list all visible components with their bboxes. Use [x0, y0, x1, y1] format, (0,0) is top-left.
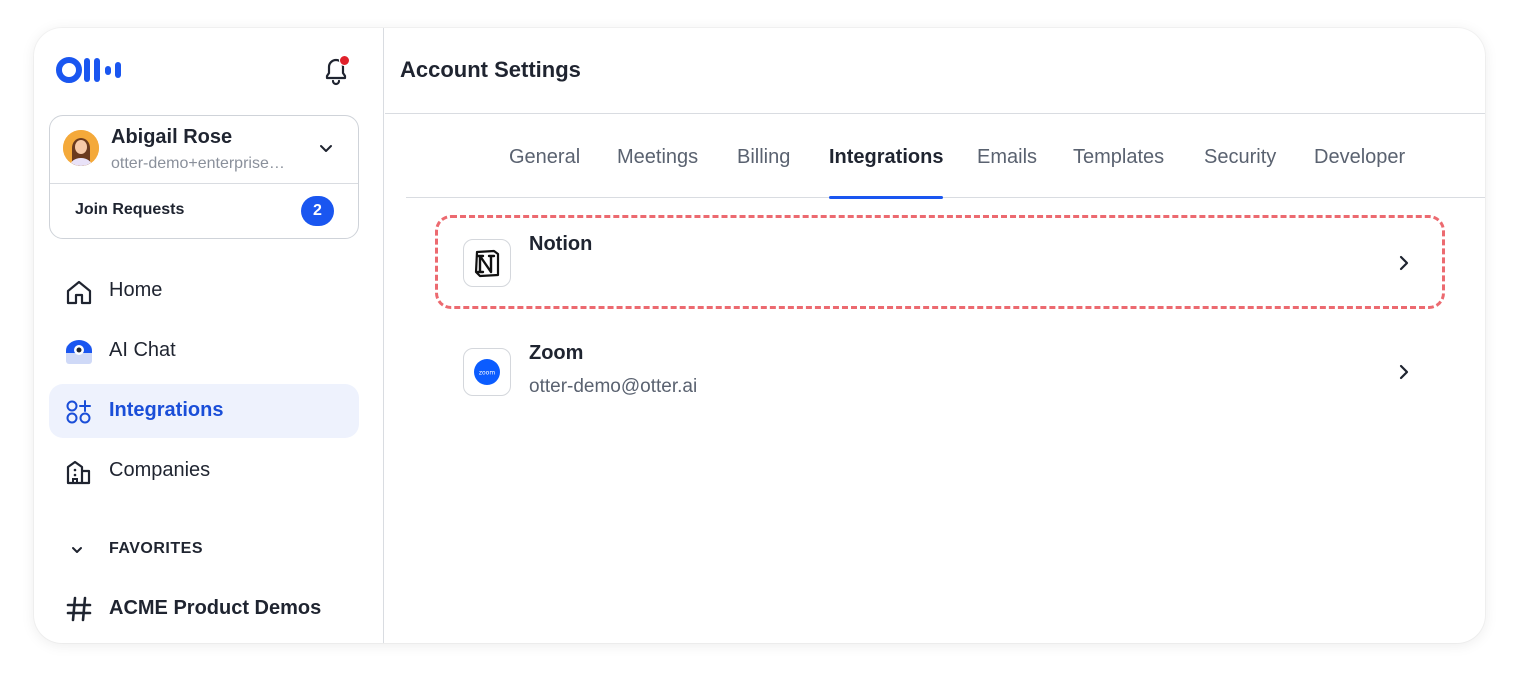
tab-templates[interactable]: Templates	[1073, 146, 1164, 198]
integration-name: Notion	[529, 233, 593, 255]
tab-integrations[interactable]: Integrations	[829, 146, 944, 199]
svg-text:zoom: zoom	[479, 370, 495, 377]
tab-billing[interactable]: Billing	[737, 146, 790, 198]
notification-dot	[339, 55, 350, 66]
favorite-channel-item[interactable]: ACME Product Demos	[66, 594, 356, 624]
join-requests-count-badge: 2	[301, 196, 334, 226]
chevron-right-icon	[1399, 255, 1409, 271]
zoom-icon: zoom	[463, 348, 511, 396]
sidebar-item-label: Home	[109, 279, 163, 301]
home-icon	[66, 280, 92, 305]
favorites-header[interactable]: FAVORITES	[70, 538, 270, 562]
avatar	[63, 130, 99, 166]
sidebar-item-integrations[interactable]: Integrations	[49, 384, 359, 438]
join-requests-label: Join Requests	[75, 201, 185, 218]
companies-icon	[66, 460, 91, 485]
sidebar-item-label: Companies	[109, 459, 211, 481]
integration-account: otter-demo@otter.ai	[529, 376, 698, 397]
integration-row-zoom[interactable]: zoom Zoom otter-demo@otter.ai	[435, 324, 1445, 418]
integrations-icon	[66, 400, 91, 424]
app-window: Abigail Rose otter-demo+enterprise@otter…	[34, 28, 1485, 643]
sidebar-item-label: Integrations	[109, 399, 224, 421]
divider	[385, 113, 1485, 114]
sidebar-item-companies[interactable]: Companies	[49, 444, 359, 498]
hash-icon	[66, 596, 92, 622]
tab-meetings[interactable]: Meetings	[617, 146, 698, 198]
chevron-down-icon	[72, 547, 82, 553]
channel-label: ACME Product Demos	[109, 597, 322, 619]
notion-icon	[463, 239, 511, 287]
ai-chat-icon	[66, 340, 92, 364]
tab-security[interactable]: Security	[1204, 146, 1276, 198]
sidebar-item-ai-chat[interactable]: AI Chat	[49, 324, 359, 378]
page-title: Account Settings	[400, 57, 581, 82]
account-card: Abigail Rose otter-demo+enterprise@otter…	[49, 115, 359, 239]
settings-tabs: General Meetings Billing Integrations Em…	[406, 136, 1485, 199]
main-content: Account Settings General Meetings Billin…	[385, 28, 1485, 643]
tab-developer[interactable]: Developer	[1314, 146, 1405, 198]
account-name: Abigail Rose	[111, 126, 233, 148]
favorites-label: FAVORITES	[109, 540, 203, 557]
tab-emails[interactable]: Emails	[977, 146, 1037, 198]
sidebar: Abigail Rose otter-demo+enterprise@otter…	[34, 28, 384, 643]
account-email: otter-demo+enterprise@otter.ai	[111, 155, 301, 172]
chevron-down-icon[interactable]	[318, 140, 334, 156]
tab-general[interactable]: General	[509, 146, 580, 198]
integration-row-notion[interactable]: Notion	[435, 215, 1445, 309]
sidebar-item-home[interactable]: Home	[49, 264, 359, 318]
otter-logo-icon[interactable]	[56, 57, 128, 83]
integration-name: Zoom	[529, 342, 584, 364]
chevron-right-icon	[1399, 364, 1409, 380]
account-switcher[interactable]: Abigail Rose otter-demo+enterprise@otter…	[50, 116, 358, 184]
sidebar-item-label: AI Chat	[109, 339, 176, 361]
